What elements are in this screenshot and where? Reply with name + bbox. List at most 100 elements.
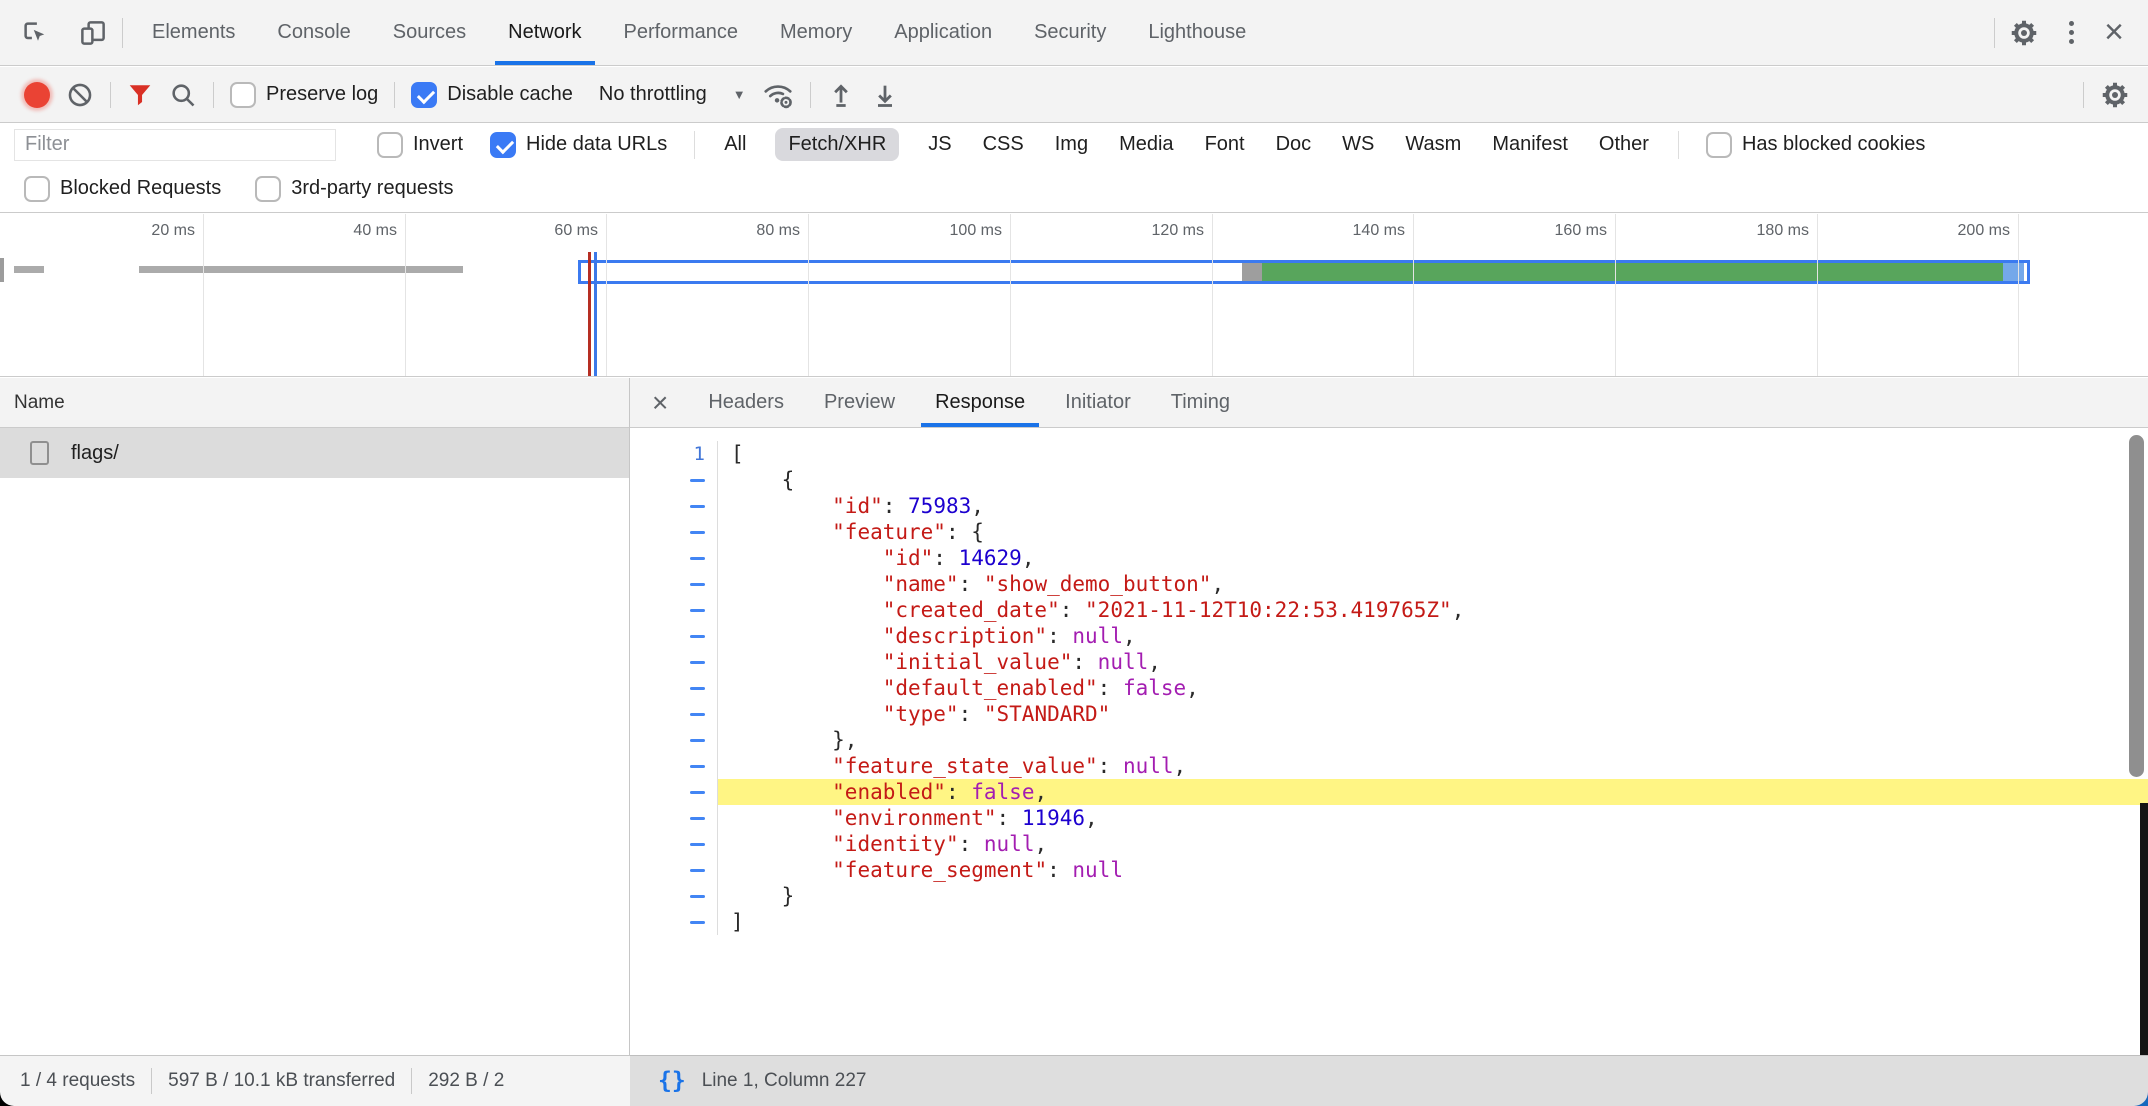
gutter[interactable]: [630, 597, 718, 623]
import-har-button[interactable]: [827, 81, 855, 109]
details-tab-timing[interactable]: Timing: [1151, 378, 1250, 427]
checkbox-checked[interactable]: [490, 132, 516, 158]
tab-elements[interactable]: Elements: [131, 0, 256, 65]
type-filter-other[interactable]: Other: [1597, 128, 1651, 161]
type-filter-manifest[interactable]: Manifest: [1490, 128, 1570, 161]
gutter[interactable]: [630, 675, 718, 701]
selected-request-overview-bar[interactable]: [578, 260, 2030, 284]
checkbox-unchecked[interactable]: [255, 176, 281, 202]
gutter[interactable]: [630, 779, 718, 805]
fold-marker-icon[interactable]: [690, 609, 705, 612]
tab-sources[interactable]: Sources: [372, 0, 487, 65]
record-button[interactable]: [24, 82, 50, 108]
fold-marker-icon[interactable]: [690, 687, 705, 690]
gutter[interactable]: [630, 701, 718, 727]
preserve-log-checkbox[interactable]: Preserve log: [230, 82, 378, 108]
tab-performance[interactable]: Performance: [603, 0, 760, 65]
fold-marker-icon[interactable]: [690, 635, 705, 638]
close-devtools-button[interactable]: ×: [2090, 0, 2138, 65]
fold-marker-icon[interactable]: [690, 791, 705, 794]
gutter[interactable]: [630, 467, 718, 493]
type-filter-all[interactable]: All: [722, 128, 748, 161]
gutter[interactable]: [630, 545, 718, 571]
fold-marker-icon[interactable]: [690, 817, 705, 820]
request-row-flags[interactable]: flags/: [0, 428, 629, 478]
tab-network[interactable]: Network: [487, 0, 602, 65]
hide-data-urls-checkbox[interactable]: Hide data URLs: [490, 132, 667, 158]
device-toolbar-button[interactable]: [64, 0, 122, 65]
timeline-overview[interactable]: 20 ms40 ms60 ms80 ms100 ms120 ms140 ms16…: [0, 214, 2148, 377]
checkbox-unchecked[interactable]: [24, 176, 50, 202]
type-filter-font[interactable]: Font: [1203, 128, 1247, 161]
fold-marker-icon[interactable]: [690, 895, 705, 898]
gutter[interactable]: [630, 727, 718, 753]
type-filter-js[interactable]: JS: [926, 128, 953, 161]
gutter[interactable]: [630, 649, 718, 675]
gutter[interactable]: [630, 805, 718, 831]
vertical-scrollbar-thumb[interactable]: [2129, 435, 2144, 777]
request-overview-bar[interactable]: [139, 266, 463, 273]
gutter[interactable]: [630, 883, 718, 909]
has-blocked-cookies-checkbox[interactable]: Has blocked cookies: [1706, 132, 1925, 158]
request-overview-bar[interactable]: [14, 266, 44, 273]
network-conditions-button[interactable]: [762, 79, 794, 111]
type-filter-img[interactable]: Img: [1053, 128, 1090, 161]
inspect-element-button[interactable]: [0, 0, 64, 65]
fold-marker-icon[interactable]: [690, 921, 705, 924]
gutter[interactable]: [630, 519, 718, 545]
gutter[interactable]: [630, 493, 718, 519]
details-tab-response[interactable]: Response: [915, 378, 1045, 427]
name-column-header[interactable]: Name: [0, 378, 629, 428]
fold-marker-icon[interactable]: [690, 583, 705, 586]
close-details-button[interactable]: ×: [630, 378, 688, 427]
invert-checkbox[interactable]: Invert: [377, 132, 463, 158]
filter-input[interactable]: [14, 129, 336, 161]
type-filter-doc[interactable]: Doc: [1274, 128, 1314, 161]
fold-marker-icon[interactable]: [690, 739, 705, 742]
fold-marker-icon[interactable]: [690, 869, 705, 872]
fold-marker-icon[interactable]: [690, 505, 705, 508]
checkbox-unchecked[interactable]: [1706, 132, 1732, 158]
network-settings-button[interactable]: [2100, 80, 2130, 110]
gutter[interactable]: [630, 831, 718, 857]
pretty-print-icon[interactable]: {}: [658, 1068, 686, 1094]
devtools-settings-button[interactable]: [1995, 0, 2053, 65]
fold-marker-icon[interactable]: [690, 531, 705, 534]
gutter[interactable]: [630, 909, 718, 935]
disable-cache-checkbox[interactable]: Disable cache: [411, 82, 573, 108]
details-tab-preview[interactable]: Preview: [804, 378, 915, 427]
line-number[interactable]: 1: [630, 441, 718, 467]
fold-marker-icon[interactable]: [690, 479, 705, 482]
response-body-viewer[interactable]: 1[ { "id": 75983, "feature": { "id": 146…: [630, 429, 2148, 1055]
blocked-requests-checkbox[interactable]: Blocked Requests: [24, 176, 221, 202]
tab-lighthouse[interactable]: Lighthouse: [1127, 0, 1267, 65]
filter-toggle-button[interactable]: [127, 82, 153, 108]
fold-marker-icon[interactable]: [690, 713, 705, 716]
more-options-button[interactable]: [2053, 0, 2090, 65]
type-filter-css[interactable]: CSS: [981, 128, 1026, 161]
fold-marker-icon[interactable]: [690, 843, 705, 846]
throttling-dropdown[interactable]: No throttling ▼: [599, 83, 746, 106]
gutter[interactable]: [630, 753, 718, 779]
type-filter-media[interactable]: Media: [1117, 128, 1175, 161]
details-tab-initiator[interactable]: Initiator: [1045, 378, 1151, 427]
gutter[interactable]: [630, 857, 718, 883]
type-filter-fetch-xhr[interactable]: Fetch/XHR: [775, 128, 899, 161]
gutter[interactable]: [630, 623, 718, 649]
export-har-button[interactable]: [871, 81, 899, 109]
checkbox-checked[interactable]: [411, 82, 437, 108]
tab-memory[interactable]: Memory: [759, 0, 873, 65]
checkbox-unchecked[interactable]: [230, 82, 256, 108]
type-filter-wasm[interactable]: Wasm: [1403, 128, 1463, 161]
tab-console[interactable]: Console: [256, 0, 371, 65]
tab-security[interactable]: Security: [1013, 0, 1127, 65]
gutter[interactable]: [630, 571, 718, 597]
search-button[interactable]: [169, 81, 197, 109]
details-tab-headers[interactable]: Headers: [688, 378, 804, 427]
type-filter-ws[interactable]: WS: [1340, 128, 1376, 161]
checkbox-unchecked[interactable]: [377, 132, 403, 158]
request-overview-bar[interactable]: [0, 258, 4, 282]
fold-marker-icon[interactable]: [690, 661, 705, 664]
clear-button[interactable]: [66, 81, 94, 109]
third-party-requests-checkbox[interactable]: 3rd-party requests: [255, 176, 453, 202]
